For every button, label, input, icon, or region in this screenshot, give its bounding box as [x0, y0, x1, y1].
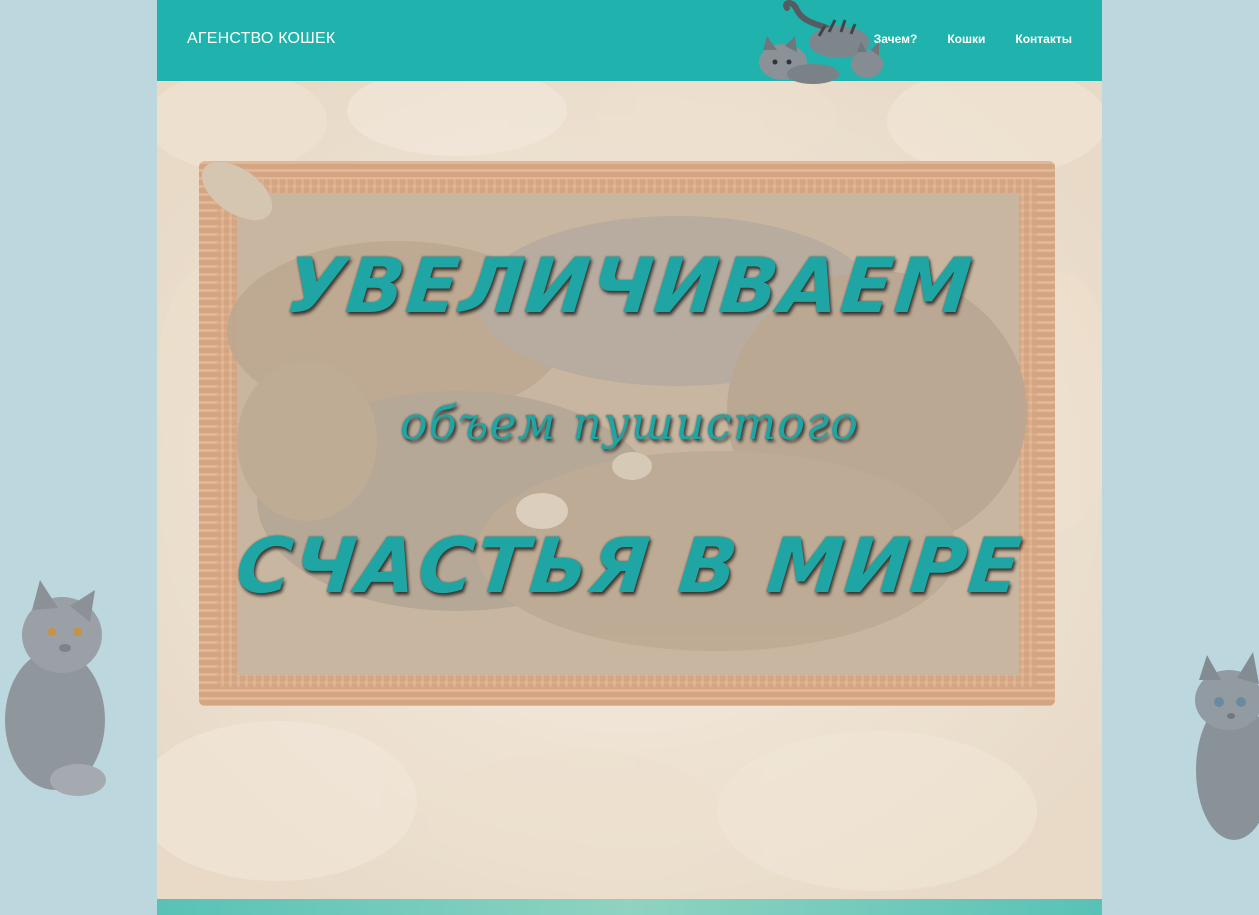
page-container: АГЕНСТВО КОШЕК Зачем? Кошки Контакты УВЕ…: [157, 0, 1102, 915]
sitting-gray-cat-icon: [5, 580, 106, 796]
gray-kitten-icon: [1195, 652, 1259, 840]
brand-logo-text[interactable]: АГЕНСТВО КОШЕК: [187, 30, 335, 48]
top-navigation-bar: АГЕНСТВО КОШЕК Зачем? Кошки Контакты: [157, 0, 1102, 81]
hero-headline-line-2: объем пушистого: [400, 396, 859, 450]
main-navigation: Зачем? Кошки Контакты: [874, 32, 1072, 46]
cats-in-basket-illustration: [157, 81, 1102, 899]
walking-cat-icon: [759, 0, 883, 84]
hero-banner: УВЕЛИЧИВАЕМ объем пушистого СЧАСТЬЯ В МИ…: [157, 81, 1102, 899]
hero-headline-line-3: СЧАСТЬЯ В МИРЕ: [231, 521, 1028, 610]
next-section-strip: [157, 899, 1102, 915]
hero-headline-line-1: УВЕЛИЧИВАЕМ: [281, 241, 978, 330]
nav-link-contacts[interactable]: Контакты: [1015, 32, 1072, 46]
nav-link-cats[interactable]: Кошки: [947, 32, 985, 46]
